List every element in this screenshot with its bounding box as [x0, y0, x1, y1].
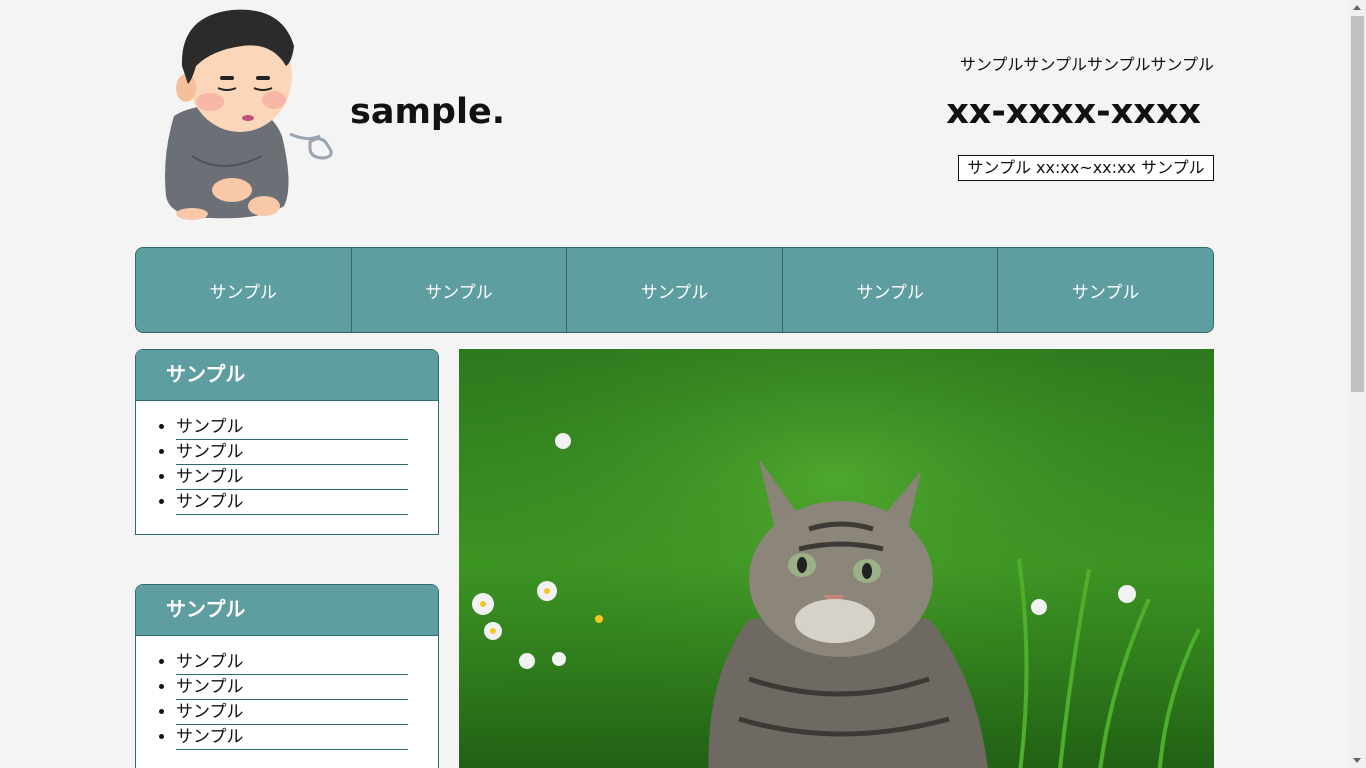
scrollbar-thumb[interactable]	[1351, 16, 1364, 392]
sidebar-link[interactable]: サンプル	[176, 490, 408, 515]
business-hours-box: サンプル xx:xx~xx:xx サンプル	[958, 155, 1214, 181]
list-item: サンプル	[176, 415, 408, 440]
main-navigation: サンプル サンプル サンプル サンプル サンプル	[135, 247, 1214, 333]
sidebar-link[interactable]: サンプル	[176, 440, 408, 465]
sidebar-link[interactable]: サンプル	[176, 650, 408, 675]
sidebar-link-list: サンプル サンプル サンプル サンプル	[136, 650, 438, 750]
scroll-up-icon[interactable]	[1353, 5, 1361, 10]
header-tagline: サンプルサンプルサンプルサンプル	[959, 55, 1214, 74]
list-item: サンプル	[176, 675, 408, 700]
sidebar-box-1: サンプル サンプル サンプル サンプル サンプル	[135, 349, 439, 535]
list-item: サンプル	[176, 650, 408, 675]
list-item: サンプル	[176, 725, 408, 750]
sidebar-link[interactable]: サンプル	[176, 725, 408, 750]
sidebar-link-list: サンプル サンプル サンプル サンプル	[136, 415, 438, 515]
hero-cat-photo-icon	[459, 349, 1214, 768]
list-item: サンプル	[176, 700, 408, 725]
sidebar-link[interactable]: サンプル	[176, 700, 408, 725]
nav-item-2[interactable]: サンプル	[352, 248, 568, 332]
site-title[interactable]: sample.	[350, 92, 505, 132]
sidebar-box-title: サンプル	[136, 350, 438, 401]
nav-item-1[interactable]: サンプル	[136, 248, 352, 332]
sidebar-link[interactable]: サンプル	[176, 415, 408, 440]
logo-illustration-icon[interactable]	[152, 6, 342, 226]
sidebar-box-title: サンプル	[136, 585, 438, 636]
sidebar-box-2: サンプル サンプル サンプル サンプル サンプル	[135, 584, 439, 768]
list-item: サンプル	[176, 440, 408, 465]
page: sample. サンプルサンプルサンプルサンプル xx-xxxx-xxxx サン…	[0, 0, 1349, 768]
scroll-down-icon[interactable]	[1353, 758, 1361, 763]
sidebar-link[interactable]: サンプル	[176, 675, 408, 700]
phone-number: xx-xxxx-xxxx	[946, 92, 1201, 132]
page-scrollbar[interactable]	[1349, 0, 1366, 768]
nav-item-5[interactable]: サンプル	[998, 248, 1213, 332]
sidebar-link[interactable]: サンプル	[176, 465, 408, 490]
nav-item-3[interactable]: サンプル	[567, 248, 783, 332]
nav-item-4[interactable]: サンプル	[783, 248, 999, 332]
list-item: サンプル	[176, 465, 408, 490]
list-item: サンプル	[176, 490, 408, 515]
